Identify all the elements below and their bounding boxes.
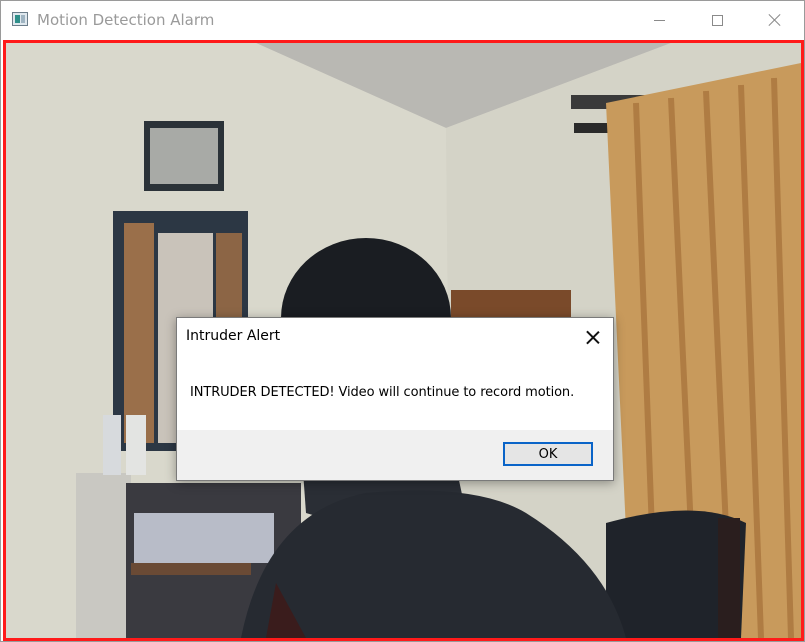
maximize-icon <box>711 14 723 26</box>
maximize-button[interactable] <box>688 1 746 39</box>
close-button[interactable] <box>746 1 804 39</box>
minimize-button[interactable] <box>630 1 688 39</box>
dialog-close-button[interactable] <box>575 325 611 349</box>
dialog-message: INTRUDER DETECTED! Video will continue t… <box>190 385 575 400</box>
close-icon <box>768 13 782 27</box>
title-bar[interactable]: Motion Detection Alarm <box>1 1 804 39</box>
window-title: Motion Detection Alarm <box>37 11 215 29</box>
close-icon <box>586 330 600 344</box>
ok-button[interactable]: OK <box>503 442 593 466</box>
minimize-icon <box>653 19 665 21</box>
app-icon <box>12 12 28 26</box>
dialog-footer: OK <box>177 430 613 480</box>
intruder-alert-dialog: Intruder Alert INTRUDER DETECTED! Video … <box>176 317 614 481</box>
dialog-title: Intruder Alert <box>186 328 281 344</box>
